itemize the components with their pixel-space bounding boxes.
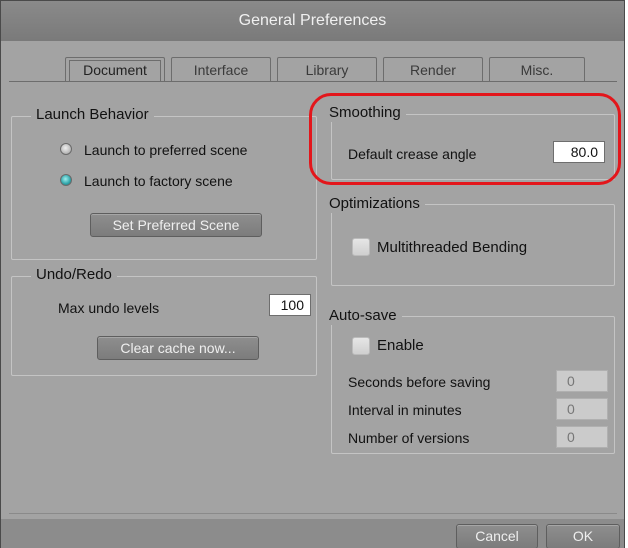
max-undo-field[interactable]: 100 xyxy=(269,294,311,316)
smoothing-legend: Smoothing xyxy=(324,104,406,122)
dialog-footer: Cancel OK xyxy=(1,519,624,548)
undo-redo-legend: Undo/Redo xyxy=(31,266,117,284)
autosave-enable-checkbox[interactable] xyxy=(352,337,370,355)
ok-button[interactable]: OK xyxy=(546,524,620,548)
tab-misc[interactable]: Misc. xyxy=(489,57,585,81)
launch-behavior-legend: Launch Behavior xyxy=(31,106,154,124)
set-preferred-scene-button[interactable]: Set Preferred Scene xyxy=(90,213,262,237)
tab-library[interactable]: Library xyxy=(277,57,377,81)
versions-label: Number of versions xyxy=(348,430,470,446)
preferred-scene-radio[interactable] xyxy=(60,143,72,155)
interval-label: Interval in minutes xyxy=(348,402,462,418)
crease-angle-label: Default crease angle xyxy=(348,146,477,162)
clear-cache-button[interactable]: Clear cache now... xyxy=(97,336,259,360)
factory-scene-radio[interactable] xyxy=(60,174,72,186)
seconds-field[interactable]: 0 xyxy=(556,370,608,392)
preferred-scene-label[interactable]: Launch to preferred scene xyxy=(84,141,247,159)
tab-render[interactable]: Render xyxy=(383,57,483,81)
cancel-button[interactable]: Cancel xyxy=(456,524,538,548)
multithreaded-label[interactable]: Multithreaded Bending xyxy=(377,239,527,257)
versions-field[interactable]: 0 xyxy=(556,426,608,448)
max-undo-label: Max undo levels xyxy=(58,300,160,316)
interval-field[interactable]: 0 xyxy=(556,398,608,420)
tab-interface[interactable]: Interface xyxy=(171,57,271,81)
autosave-legend: Auto-save xyxy=(324,307,402,325)
tab-divider xyxy=(9,81,617,82)
crease-angle-field[interactable]: 80.0 xyxy=(553,141,605,163)
autosave-enable-label[interactable]: Enable xyxy=(377,337,424,355)
multithreaded-checkbox[interactable] xyxy=(352,238,370,256)
content-divider xyxy=(9,513,617,514)
window-title: General Preferences xyxy=(1,1,624,41)
seconds-label: Seconds before saving xyxy=(348,374,491,390)
preferences-window: General Preferences Document Interface L… xyxy=(0,0,625,548)
tab-document[interactable]: Document xyxy=(65,57,165,81)
optimizations-legend: Optimizations xyxy=(324,195,425,213)
undo-redo-group xyxy=(11,276,317,376)
factory-scene-label[interactable]: Launch to factory scene xyxy=(84,172,233,190)
